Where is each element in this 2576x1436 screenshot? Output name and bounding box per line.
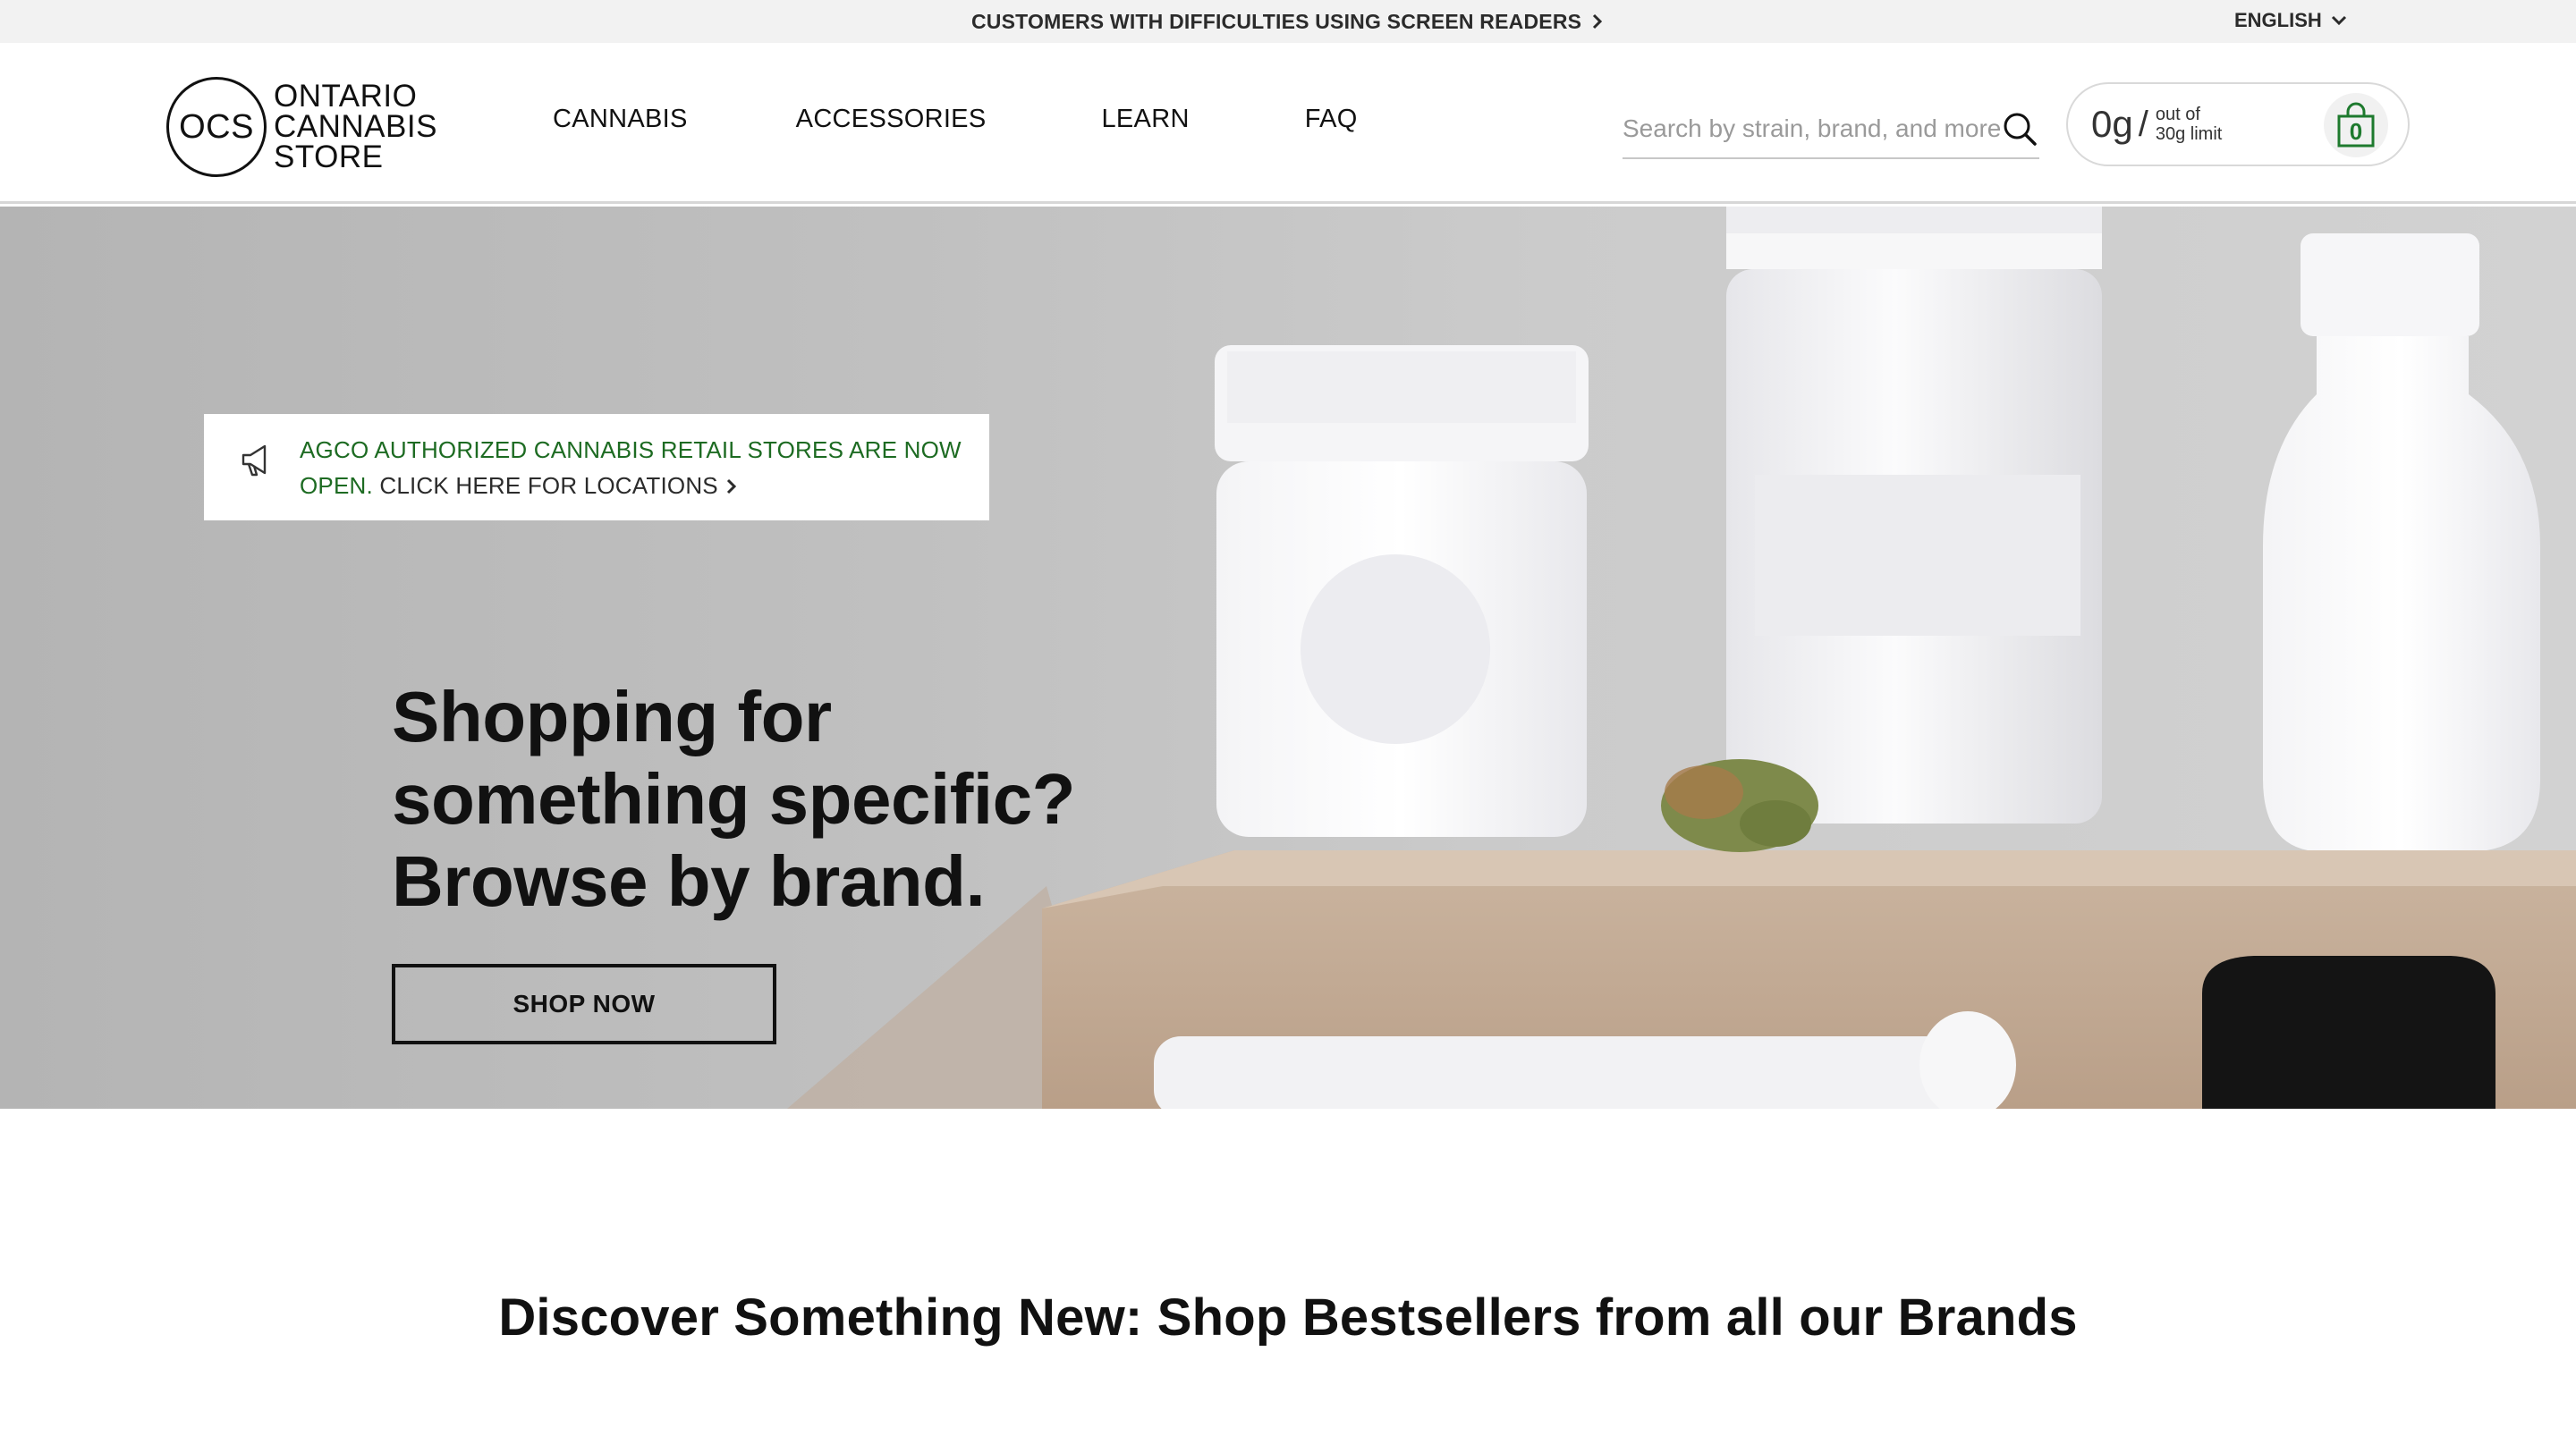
search-input[interactable]: [1623, 114, 2000, 143]
language-label: ENGLISH: [2234, 9, 2322, 31]
logo-line-2: CANNABIS: [274, 109, 437, 144]
megaphone-icon: [242, 444, 267, 477]
screen-reader-help-link[interactable]: CUSTOMERS WITH DIFFICULTIES USING SCREEN…: [971, 0, 1605, 43]
bestsellers-heading: Discover Something New: Shop Bestsellers…: [498, 1288, 2078, 1347]
search-box: [1623, 100, 2039, 159]
utility-bar: CUSTOMERS WITH DIFFICULTIES USING SCREEN…: [0, 0, 2576, 43]
cart-limit-widget[interactable]: 0g / out of 30g limit 0: [2066, 82, 2410, 166]
logo-line-3: STORE: [274, 139, 384, 174]
language-selector[interactable]: ENGLISH: [2234, 0, 2347, 41]
logo-monogram: OCS: [166, 77, 267, 177]
hero-product-image: [787, 207, 2576, 1109]
cart-item-count: 0: [2349, 118, 2363, 145]
nav-learn[interactable]: LEARN: [1101, 105, 1189, 134]
limit-line-2: 30g limit: [2155, 124, 2223, 144]
nav-accessories[interactable]: ACCESSORIES: [796, 105, 987, 134]
locations-link[interactable]: CLICK HERE FOR LOCATIONS: [379, 472, 718, 499]
shopping-bag-button[interactable]: 0: [2324, 93, 2388, 157]
hero-banner[interactable]: AGCO AUTHORIZED CANNABIS RETAIL STORES A…: [0, 207, 2576, 1109]
nav-cannabis[interactable]: CANNABIS: [553, 105, 688, 134]
grams-separator: /: [2138, 104, 2148, 144]
chevron-down-icon: [2331, 15, 2346, 26]
chevron-right-icon: [1593, 13, 1603, 30]
nav-faq[interactable]: FAQ: [1305, 105, 1358, 134]
logo-wordmark: ONTARIO CANNABIS STORE: [274, 79, 437, 174]
hero-title: Shopping for something specific? Browse …: [392, 677, 1075, 921]
ocs-logo[interactable]: OCS ONTARIO CANNABIS STORE: [166, 73, 444, 181]
grams-limit-text: out of 30g limit: [2156, 105, 2222, 144]
chevron-right-icon: [726, 478, 736, 494]
search-icon[interactable]: [2000, 109, 2039, 148]
main-navigation: CANNABIS ACCESSORIES LEARN FAQ: [553, 43, 1358, 195]
screen-reader-help-label: CUSTOMERS WITH DIFFICULTIES USING SCREEN…: [971, 9, 1582, 33]
shop-now-button[interactable]: SHOP NOW: [392, 964, 776, 1044]
limit-line-1: out of: [2155, 105, 2200, 124]
store-announcement[interactable]: AGCO AUTHORIZED CANNABIS RETAIL STORES A…: [204, 414, 989, 520]
announcement-text: AGCO AUTHORIZED CANNABIS RETAIL STORES A…: [300, 432, 970, 503]
logo-line-1: ONTARIO: [274, 79, 418, 114]
grams-in-cart: 0g: [2091, 103, 2133, 145]
site-header: OCS ONTARIO CANNABIS STORE CANNABIS ACCE…: [0, 43, 2576, 204]
